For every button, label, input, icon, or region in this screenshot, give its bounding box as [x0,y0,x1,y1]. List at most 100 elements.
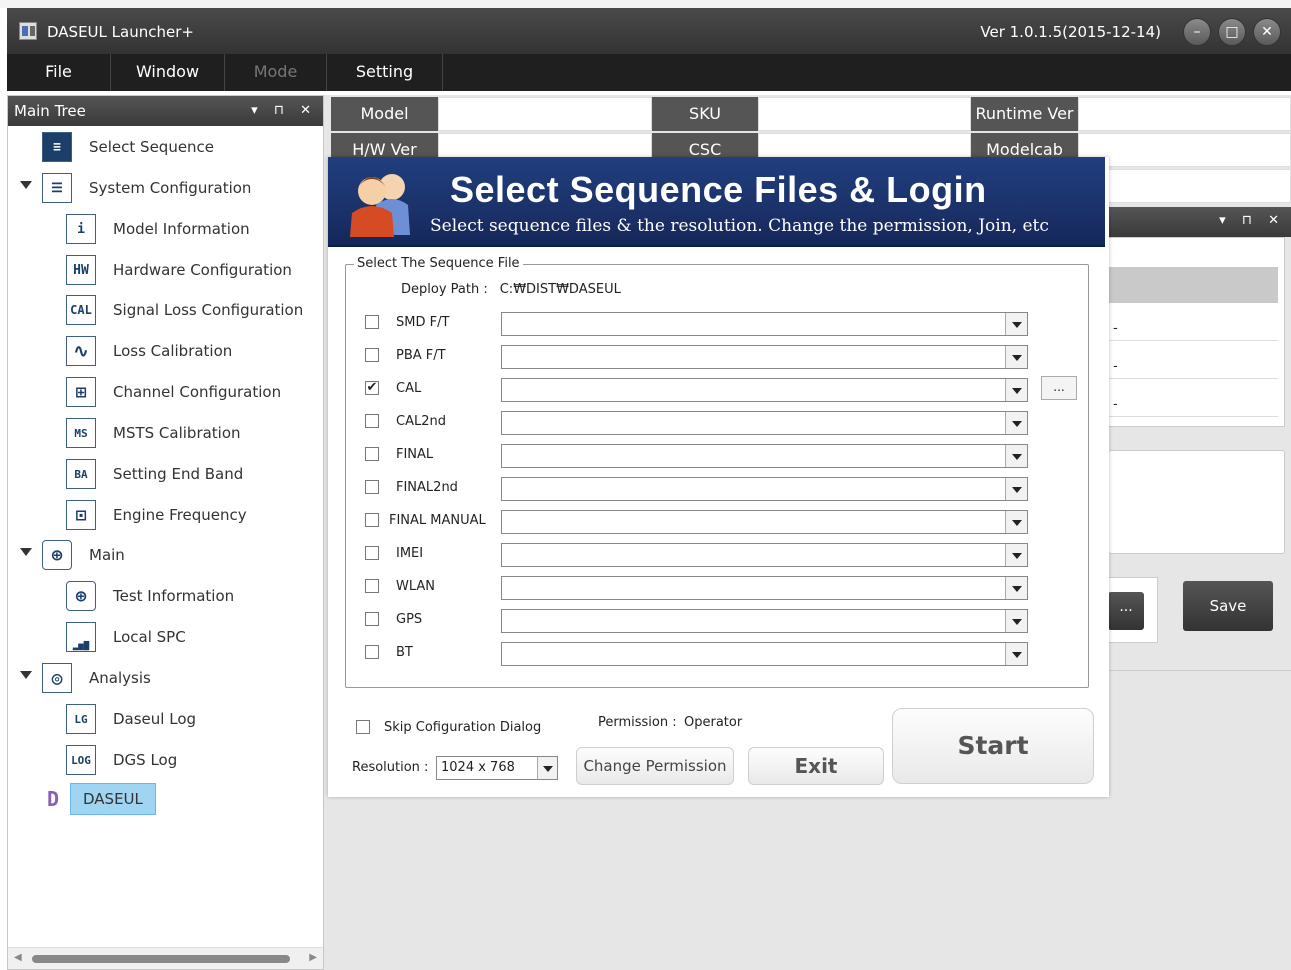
chevron-down-icon[interactable] [537,757,557,779]
main-tree-header: Main Tree ▾ ⊓ ✕ [8,96,323,126]
maximize-button[interactable]: □ [1218,18,1246,46]
tree-label: Select Sequence [89,138,215,156]
menu-window[interactable]: Window [111,54,225,91]
sequence-checkbox[interactable] [365,414,379,428]
chevron-down-icon[interactable] [1005,346,1027,368]
tree-item-main[interactable]: ⊕ Main [20,538,125,572]
chevron-down-icon[interactable] [1005,610,1027,632]
start-button[interactable]: Start [892,708,1094,784]
tree-label: Daseul Log [113,710,197,728]
sequence-checkbox[interactable] [365,447,379,461]
sequence-checkbox[interactable] [365,645,379,659]
tree-item-daseul[interactable]: D DASEUL [38,782,156,816]
sequence-file-select[interactable] [501,510,1028,534]
chevron-down-icon[interactable] [1005,577,1027,599]
chevron-down-icon[interactable] [1005,478,1027,500]
panel-controls[interactable]: ▾ ⊓ ✕ [251,96,317,126]
analysis-icon: ◎ [42,663,72,693]
extra-value [1078,169,1291,203]
frequency-icon: ⊡ [66,500,96,530]
resolution-select[interactable]: 1024 x 768 [436,756,558,780]
minimize-button[interactable]: – [1183,18,1211,46]
sequence-file-select[interactable] [501,543,1028,567]
tree-item-engine-frequency[interactable]: ⊡ Engine Frequency [66,498,247,532]
tree-item-system-configuration[interactable]: ☰ System Configuration [20,171,251,205]
tree-item-select-sequence[interactable]: ≡ Select Sequence [42,130,214,164]
sequence-checkbox[interactable] [365,480,379,494]
sequence-file-select[interactable] [501,444,1028,468]
tree-label: Analysis [89,669,151,687]
chevron-down-icon[interactable] [1005,412,1027,434]
exit-button[interactable]: Exit [748,747,884,785]
sequence-row: FINAL MANUAL [346,505,1090,535]
sequence-file-select[interactable] [501,345,1028,369]
save-button[interactable]: Save [1183,581,1273,631]
tree-item-loss-calibration[interactable]: ∿ Loss Calibration [66,334,232,368]
tree-item-msts-calibration[interactable]: MS MSTS Calibration [66,416,241,450]
right-panel-controls[interactable]: ▾ ⊓ ✕ [1219,213,1285,228]
browse-button[interactable]: ... [1041,376,1077,400]
tree-label: Setting End Band [113,465,244,483]
scroll-left-icon[interactable]: ◀ [14,952,22,963]
tree-label: Main [89,546,125,564]
sequence-file-select[interactable] [501,642,1028,666]
sequence-label: IMEI [396,546,424,561]
sequence-checkbox-checked[interactable]: ✔ [365,381,379,395]
tree-item-signal-loss-configuration[interactable]: CAL Signal Loss Configuration [66,293,303,327]
skip-config-checkbox[interactable] [356,720,370,734]
tree-item-hardware-configuration[interactable]: HW Hardware Configuration [66,253,292,287]
horizontal-scrollbar[interactable]: ◀ ▶ [8,947,323,969]
sequence-file-select[interactable] [501,378,1028,402]
expand-icon[interactable] [20,671,32,679]
chevron-down-icon[interactable] [1005,313,1027,335]
menu-setting[interactable]: Setting [327,54,443,91]
change-permission-button[interactable]: Change Permission [576,747,734,785]
sequence-checkbox[interactable] [365,315,379,329]
scroll-thumb[interactable] [32,955,290,963]
tree-item-model-information[interactable]: i Model Information [66,212,250,246]
right-info-box [1108,450,1285,554]
sequence-label: WLAN [396,579,436,594]
sequence-checkbox[interactable] [365,513,379,527]
sequence-file-select[interactable] [501,609,1028,633]
tree-item-daseul-log[interactable]: LG Daseul Log [66,702,196,736]
tree-item-test-information[interactable]: ⊕ Test Information [66,579,234,613]
model-header: Model [331,97,438,131]
browse-small-button[interactable]: ... [1108,592,1144,630]
tree-item-dgs-log[interactable]: LOG DGS Log [66,743,177,777]
tree-label: DGS Log [113,751,178,769]
tree-label: Loss Calibration [113,342,233,360]
system-config-icon: ☰ [42,173,72,203]
right-table-row: - [1109,341,1278,379]
sku-value [758,97,971,131]
waveform-icon: ∿ [66,336,96,366]
scroll-right-icon[interactable]: ▶ [309,952,317,963]
sequence-file-select[interactable] [501,411,1028,435]
sequence-checkbox[interactable] [365,612,379,626]
chevron-down-icon[interactable] [1005,379,1027,401]
expand-icon[interactable] [20,548,32,556]
sequence-label: SMD F/T [396,315,450,330]
tree-item-channel-configuration[interactable]: ⊞ Channel Configuration [66,375,281,409]
sequence-checkbox[interactable] [365,579,379,593]
chevron-down-icon[interactable] [1005,445,1027,467]
sequence-row: SMD F/T [346,307,1090,337]
dialog-title: Select Sequence Files & Login [450,169,987,210]
chevron-down-icon[interactable] [1005,511,1027,533]
sequence-checkbox[interactable] [365,348,379,362]
tree-item-local-spc[interactable]: ▂▅▇ Local SPC [66,620,186,654]
close-button[interactable]: ✕ [1253,18,1281,46]
tree-item-setting-end-band[interactable]: BA Setting End Band [66,457,243,491]
menu-file[interactable]: File [7,54,111,91]
model-value [438,97,652,131]
chevron-down-icon[interactable] [1005,643,1027,665]
sequence-file-select[interactable] [501,477,1028,501]
resolution-value: 1024 x 768 [441,760,515,775]
sequence-checkbox[interactable] [365,546,379,560]
chevron-down-icon[interactable] [1005,544,1027,566]
sequence-file-select[interactable] [501,312,1028,336]
skip-config-label: Skip Cofiguration Dialog [384,720,542,735]
expand-icon[interactable] [20,181,32,189]
tree-item-analysis[interactable]: ◎ Analysis [20,661,151,695]
sequence-file-select[interactable] [501,576,1028,600]
